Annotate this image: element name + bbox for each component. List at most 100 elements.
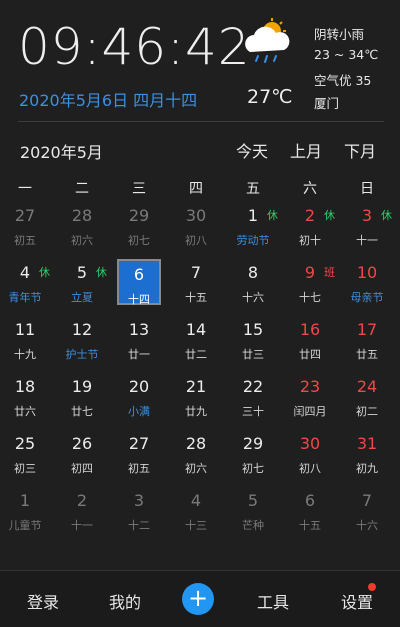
- calendar-day[interactable]: 18 廿六: [3, 373, 47, 419]
- today-button[interactable]: 今天: [236, 138, 268, 162]
- calendar-day[interactable]: 29 初七: [117, 202, 161, 248]
- day-number: 6: [304, 491, 316, 510]
- lunar-label: 三十: [242, 405, 264, 418]
- calendar-day[interactable]: 28 初六: [174, 430, 218, 476]
- divider: [18, 121, 384, 122]
- day-number: 21: [185, 377, 207, 396]
- day-number: 15: [242, 320, 264, 339]
- day-number: 30: [299, 434, 321, 453]
- prev-month-button[interactable]: 上月: [290, 138, 322, 162]
- calendar-day[interactable]: 4 十三: [174, 487, 218, 533]
- day-number: 3: [133, 491, 145, 510]
- calendar-day[interactable]: 19 廿七: [60, 373, 104, 419]
- calendar-day[interactable]: 27 初五: [117, 430, 161, 476]
- day-number: 19: [71, 377, 93, 396]
- calendar-day[interactable]: 9 十七班: [288, 259, 335, 305]
- clock-time: 09:46:42: [18, 18, 251, 76]
- city-name: 厦门: [314, 96, 340, 111]
- day-number: 20: [128, 377, 150, 396]
- cloud-rain-icon: [245, 18, 290, 63]
- notification-dot: [368, 583, 376, 591]
- calendar-day[interactable]: 16 廿四: [288, 316, 332, 362]
- calendar-day[interactable]: 1 劳动节休: [231, 202, 279, 248]
- calendar-day[interactable]: 31 初九: [345, 430, 389, 476]
- calendar-day[interactable]: 30 初八: [174, 202, 218, 248]
- lunar-label: 初五: [128, 462, 150, 475]
- calendar-day[interactable]: 5 立夏休: [60, 259, 107, 305]
- calendar-day[interactable]: 2 初十休: [288, 202, 335, 248]
- calendar-day[interactable]: 25 初三: [3, 430, 47, 476]
- day-number: 5: [247, 491, 259, 510]
- mine-button[interactable]: 我的: [109, 589, 141, 613]
- lunar-label: 十九: [14, 348, 36, 361]
- calendar-day[interactable]: 3 十一休: [345, 202, 392, 248]
- temperature-range: 23 ~ 34℃: [314, 47, 379, 62]
- calendar-day[interactable]: 7 十六: [345, 487, 389, 533]
- calendar-day[interactable]: 24 初二: [345, 373, 389, 419]
- lunar-label: 廿五: [356, 348, 378, 361]
- workday-tag: 班: [324, 266, 335, 279]
- calendar-day[interactable]: 3 十二: [117, 487, 161, 533]
- calendar-day[interactable]: 4 青年节休: [3, 259, 51, 305]
- day-number: 11: [14, 320, 36, 339]
- calendar-day[interactable]: 10 母亲节: [345, 259, 389, 305]
- lunar-label: 十三: [185, 519, 207, 532]
- calendar-day[interactable]: 8 十六: [231, 259, 275, 305]
- weekday-label: 六: [303, 181, 317, 197]
- calendar-day[interactable]: 7 十五: [174, 259, 218, 305]
- calendar-day[interactable]: 23 闰四月: [288, 373, 332, 419]
- lunar-label: 初八: [299, 462, 321, 475]
- add-button[interactable]: +: [182, 583, 214, 615]
- date-line: 2020年5月6日 四月十四: [19, 91, 198, 110]
- lunar-label: 廿二: [185, 348, 207, 361]
- calendar-day-today[interactable]: 6 十四: [117, 259, 161, 306]
- lunar-label: 十六: [356, 519, 378, 532]
- holiday-tag: 休: [267, 209, 278, 222]
- day-number: 23: [299, 377, 321, 396]
- lunar-label: 廿六: [14, 405, 36, 418]
- lunar-label: 廿七: [71, 405, 93, 418]
- holiday-tag: 休: [381, 209, 392, 222]
- calendar-day[interactable]: 6 十五: [288, 487, 332, 533]
- month-title: 2020年5月: [20, 143, 103, 162]
- day-number: 30: [185, 206, 207, 225]
- calendar-day[interactable]: 13 廿一: [117, 316, 161, 362]
- lunar-label: 初三: [14, 462, 36, 475]
- lunar-label: 廿三: [242, 348, 264, 361]
- day-number: 26: [71, 434, 93, 453]
- calendar-day[interactable]: 21 廿九: [174, 373, 218, 419]
- day-number: 1: [19, 491, 31, 510]
- calendar-day[interactable]: 27 初五: [3, 202, 47, 248]
- calendar-day[interactable]: 22 三十: [231, 373, 275, 419]
- calendar-day[interactable]: 14 廿二: [174, 316, 218, 362]
- calendar-day[interactable]: 11 十九: [3, 316, 47, 362]
- calendar-day[interactable]: 28 初六: [60, 202, 104, 248]
- calendar-day[interactable]: 15 廿三: [231, 316, 275, 362]
- login-button[interactable]: 登录: [27, 589, 59, 613]
- lunar-label: 十五: [185, 291, 207, 304]
- calendar-day[interactable]: 12 护士节: [60, 316, 104, 362]
- settings-button[interactable]: 设置: [341, 589, 373, 613]
- next-month-button[interactable]: 下月: [344, 138, 376, 162]
- lunar-label: 初八: [185, 234, 207, 247]
- calendar-day[interactable]: 17 廿五: [345, 316, 389, 362]
- weekday-label: 一: [18, 181, 32, 197]
- calendar-day[interactable]: 1 儿童节: [3, 487, 47, 533]
- calendar-day[interactable]: 29 初七: [231, 430, 275, 476]
- holiday-tag: 休: [39, 266, 50, 279]
- lunar-label: 初七: [128, 234, 150, 247]
- calendar-day[interactable]: 20 小满: [117, 373, 161, 419]
- weekday-label: 日: [360, 181, 374, 197]
- lunar-label: 十七: [299, 291, 321, 304]
- calendar-day[interactable]: 26 初四: [60, 430, 104, 476]
- calendar-day[interactable]: 5 芒种: [231, 487, 275, 533]
- lunar-label: 初七: [242, 462, 264, 475]
- tools-button[interactable]: 工具: [257, 589, 289, 613]
- lunar-label: 初九: [356, 462, 378, 475]
- air-quality: 空气优 35: [314, 73, 372, 88]
- calendar-day[interactable]: 30 初八: [288, 430, 332, 476]
- calendar-day[interactable]: 2 十一: [60, 487, 104, 533]
- weekday-label: 四: [189, 181, 203, 197]
- current-temperature: 27℃: [247, 86, 293, 108]
- day-number: 14: [185, 320, 207, 339]
